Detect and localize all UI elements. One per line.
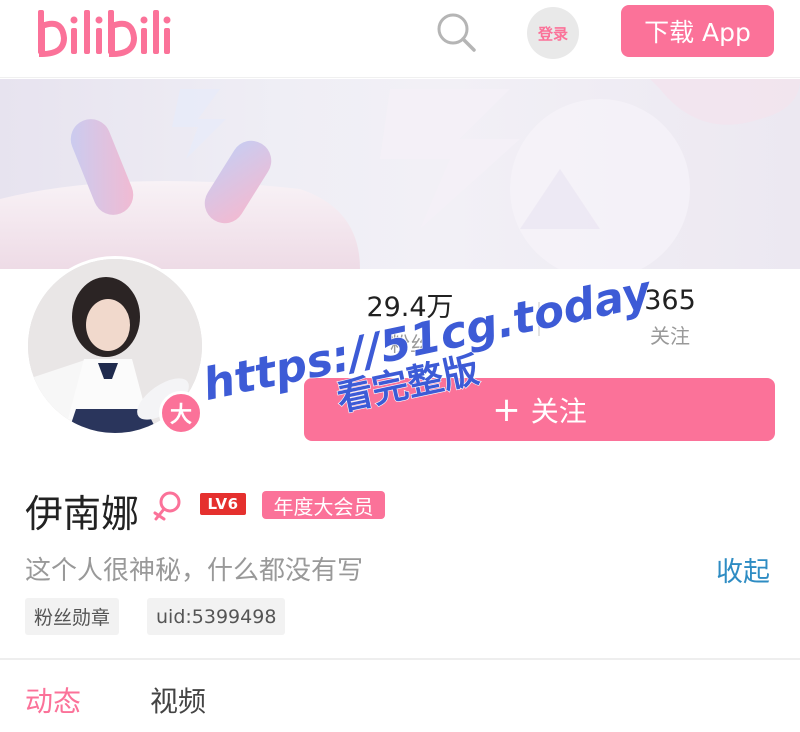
following-count: 365 — [644, 285, 696, 316]
level-badge: LV6 — [200, 493, 246, 515]
section-divider — [0, 658, 800, 660]
fans-count: 29.4万 — [366, 292, 454, 323]
fans-label: 粉丝 — [390, 332, 430, 356]
annual-vip-badge: 大 — [159, 391, 203, 435]
banner-decoration — [0, 79, 800, 269]
follow-button-label: 关注 — [530, 394, 587, 428]
follow-button[interactable]: + 关注 — [304, 378, 775, 441]
female-icon — [153, 491, 181, 521]
collapse-button[interactable]: 收起 — [716, 550, 770, 589]
top-bar: 登录 下载 App — [0, 0, 800, 78]
tab-dynamic[interactable]: 动态 — [25, 680, 81, 720]
user-bio: 这个人很神秘，什么都没有写 — [25, 556, 364, 586]
user-name: 伊南娜 — [25, 492, 140, 536]
plus-icon: + — [492, 389, 521, 430]
tab-video[interactable]: 视频 — [150, 680, 206, 720]
fan-medal-tag[interactable]: 粉丝勋章 — [25, 598, 120, 635]
profile-banner — [0, 79, 800, 269]
fans-stat[interactable]: 29.4万 粉丝 — [340, 285, 480, 357]
login-button[interactable]: 登录 — [527, 7, 579, 59]
vip-badge: 年度大会员 — [262, 491, 385, 519]
following-label: 关注 — [650, 324, 690, 348]
download-app-button[interactable]: 下载 App — [621, 5, 774, 57]
bilibili-logo[interactable] — [36, 4, 172, 62]
stat-divider — [538, 302, 540, 336]
search-icon[interactable] — [434, 10, 478, 54]
following-stat[interactable]: 365 关注 — [600, 285, 740, 349]
uid-tag: uid:5399498 — [147, 598, 286, 635]
